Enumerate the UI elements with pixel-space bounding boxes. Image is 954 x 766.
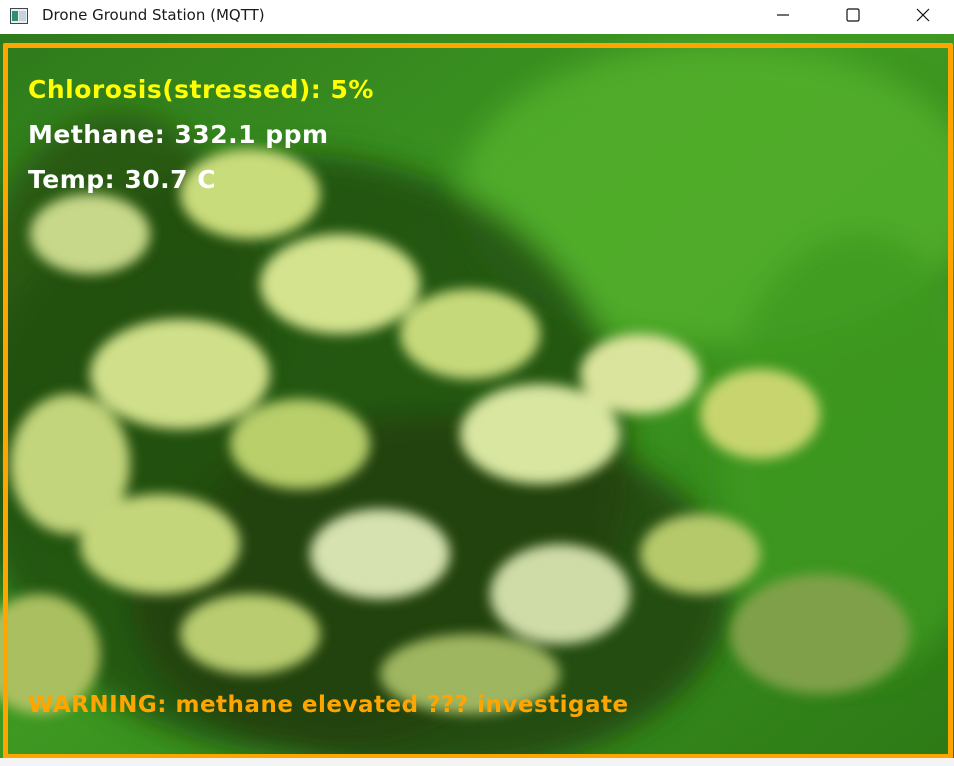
close-icon	[916, 7, 930, 26]
window-bottom-edge	[0, 758, 954, 766]
minimize-button[interactable]	[760, 0, 806, 32]
app-window: Drone Ground Station (MQTT) Chlorosis(st…	[0, 0, 954, 766]
app-window-icon	[10, 8, 28, 24]
camera-feed: Chlorosis(stressed): 5% Methane: 332.1 p…	[0, 34, 954, 758]
maximize-icon	[846, 7, 860, 26]
maximize-button[interactable]	[830, 0, 876, 32]
methane-readout: Methane: 332.1 ppm	[28, 120, 329, 149]
temperature-readout: Temp: 30.7 C	[28, 165, 217, 194]
chlorosis-readout: Chlorosis(stressed): 5%	[28, 75, 374, 104]
detection-frame-border	[3, 43, 953, 758]
close-button[interactable]	[900, 0, 946, 32]
window-title: Drone Ground Station (MQTT)	[42, 6, 265, 24]
minimize-icon	[776, 7, 790, 26]
methane-warning: WARNING: methane elevated ??? investigat…	[28, 692, 629, 718]
title-bar[interactable]: Drone Ground Station (MQTT)	[0, 0, 954, 32]
